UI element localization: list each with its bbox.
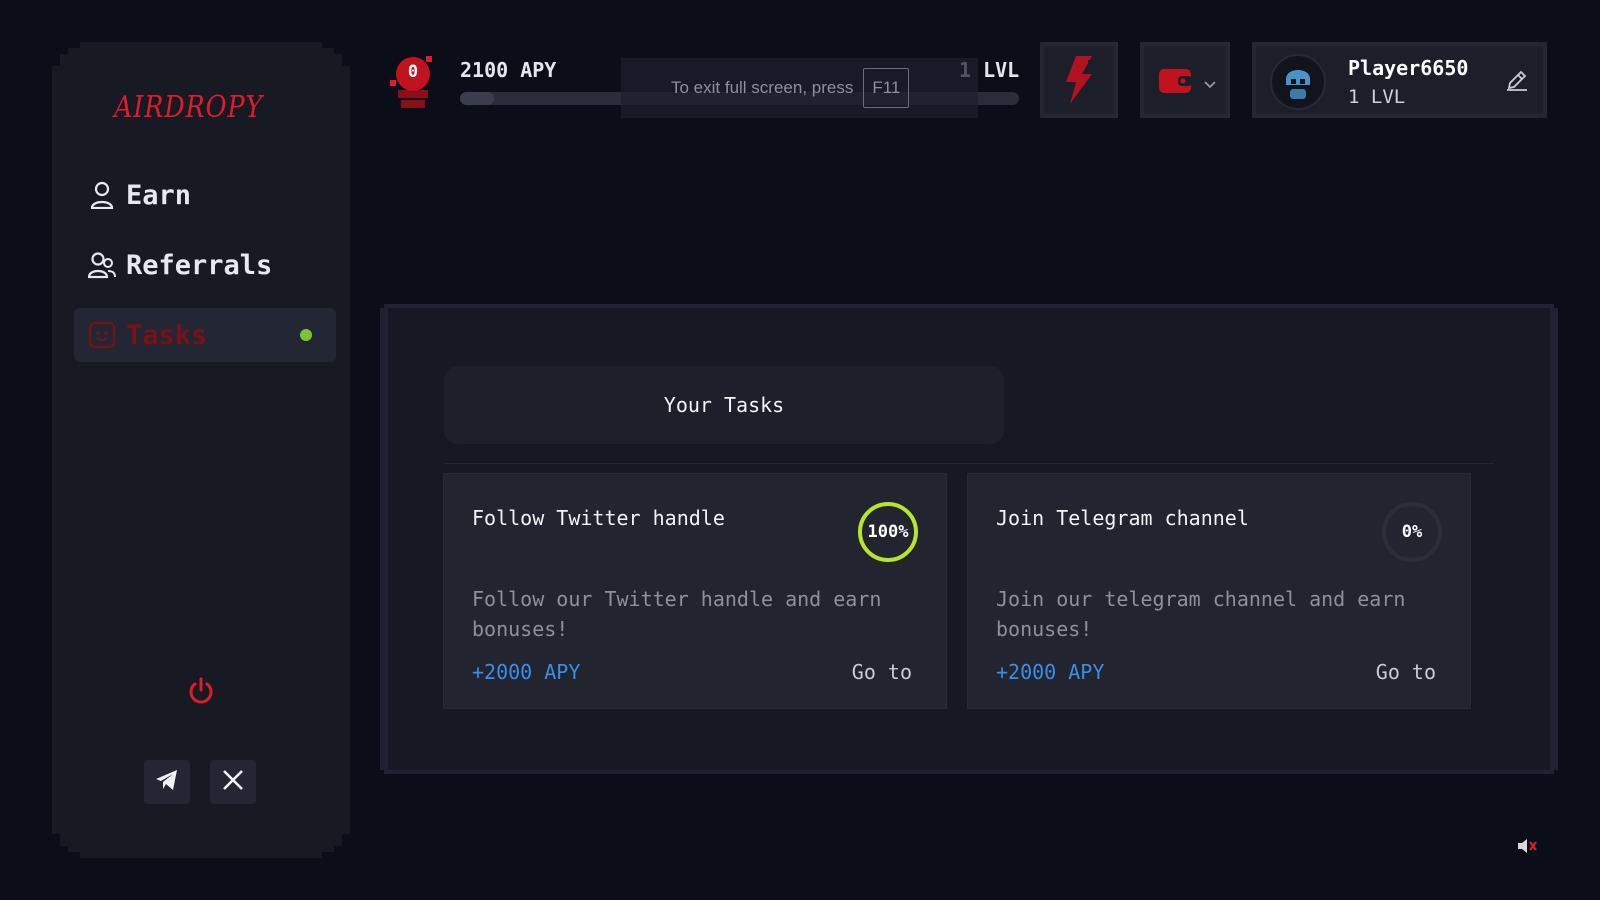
task-progress-ring: 0% bbox=[1380, 500, 1444, 564]
player-name: Player6650 bbox=[1348, 56, 1469, 80]
sidebar-item-label: Referrals bbox=[126, 249, 273, 281]
telegram-button[interactable] bbox=[144, 760, 190, 804]
fullscreen-hint-key: F11 bbox=[863, 68, 910, 108]
player-level: 1 LVL bbox=[1348, 86, 1406, 108]
task-progress-label: 0% bbox=[1401, 522, 1423, 542]
bolt-icon bbox=[1062, 54, 1096, 110]
chevron-down-icon bbox=[1204, 74, 1216, 93]
edit-icon[interactable] bbox=[1505, 68, 1529, 92]
fullscreen-hint-text: To exit full screen, press bbox=[671, 78, 854, 97]
apy-value: 2100 APY bbox=[460, 58, 557, 82]
x-button[interactable] bbox=[210, 760, 256, 804]
profile-card: Player6650 1 LVL bbox=[1252, 42, 1547, 118]
sidebar-item-referrals[interactable]: Referrals bbox=[74, 238, 336, 292]
level-progress-fill bbox=[460, 92, 494, 105]
task-reward: +2000 APY bbox=[996, 660, 1105, 684]
active-indicator bbox=[300, 329, 312, 341]
sidebar: AIRDROPY Earn Referrals Tasks bbox=[52, 42, 350, 858]
go-to-button[interactable]: Go to bbox=[852, 660, 912, 684]
task-title: Follow Twitter handle bbox=[472, 506, 725, 530]
task-progress-label: 100% bbox=[867, 522, 909, 542]
avatar[interactable] bbox=[1270, 54, 1326, 110]
user-icon bbox=[88, 181, 116, 209]
tasks-title: Your Tasks bbox=[444, 366, 1004, 444]
streak-badge: 0 bbox=[386, 54, 440, 110]
sidebar-item-label: Tasks bbox=[126, 319, 208, 351]
task-description: Join our telegram channel and earn bonus… bbox=[996, 587, 1406, 641]
users-icon bbox=[88, 251, 116, 279]
task-description: Follow our Twitter handle and earn bonus… bbox=[472, 587, 882, 641]
telegram-icon bbox=[155, 769, 179, 795]
divider bbox=[444, 463, 1494, 464]
boost-button[interactable] bbox=[1040, 42, 1118, 118]
smile-icon bbox=[88, 321, 116, 349]
sidebar-item-earn[interactable]: Earn bbox=[74, 168, 336, 222]
wallet-dropdown[interactable] bbox=[1140, 42, 1230, 118]
mute-icon[interactable] bbox=[1516, 836, 1538, 856]
sidebar-item-label: Earn bbox=[126, 179, 192, 211]
go-to-button[interactable]: Go to bbox=[1376, 660, 1436, 684]
task-card-telegram: Join Telegram channel 0% Join our telegr… bbox=[968, 474, 1470, 708]
x-icon bbox=[222, 769, 244, 795]
sidebar-item-tasks[interactable]: Tasks bbox=[74, 308, 336, 362]
task-card-twitter: Follow Twitter handle 100% Follow our Tw… bbox=[444, 474, 946, 708]
streak-count: 0 bbox=[407, 62, 419, 82]
wallet-icon bbox=[1158, 66, 1192, 98]
tasks-panel: Your Tasks Follow Twitter handle 100% Fo… bbox=[388, 308, 1550, 770]
task-title: Join Telegram channel bbox=[996, 506, 1249, 530]
task-progress-ring: 100% bbox=[856, 500, 920, 564]
task-reward: +2000 APY bbox=[472, 660, 581, 684]
power-icon[interactable] bbox=[186, 676, 216, 706]
fullscreen-hint: To exit full screen, press F11 bbox=[621, 58, 978, 118]
app-logo[interactable]: AIRDROPY bbox=[114, 90, 263, 125]
